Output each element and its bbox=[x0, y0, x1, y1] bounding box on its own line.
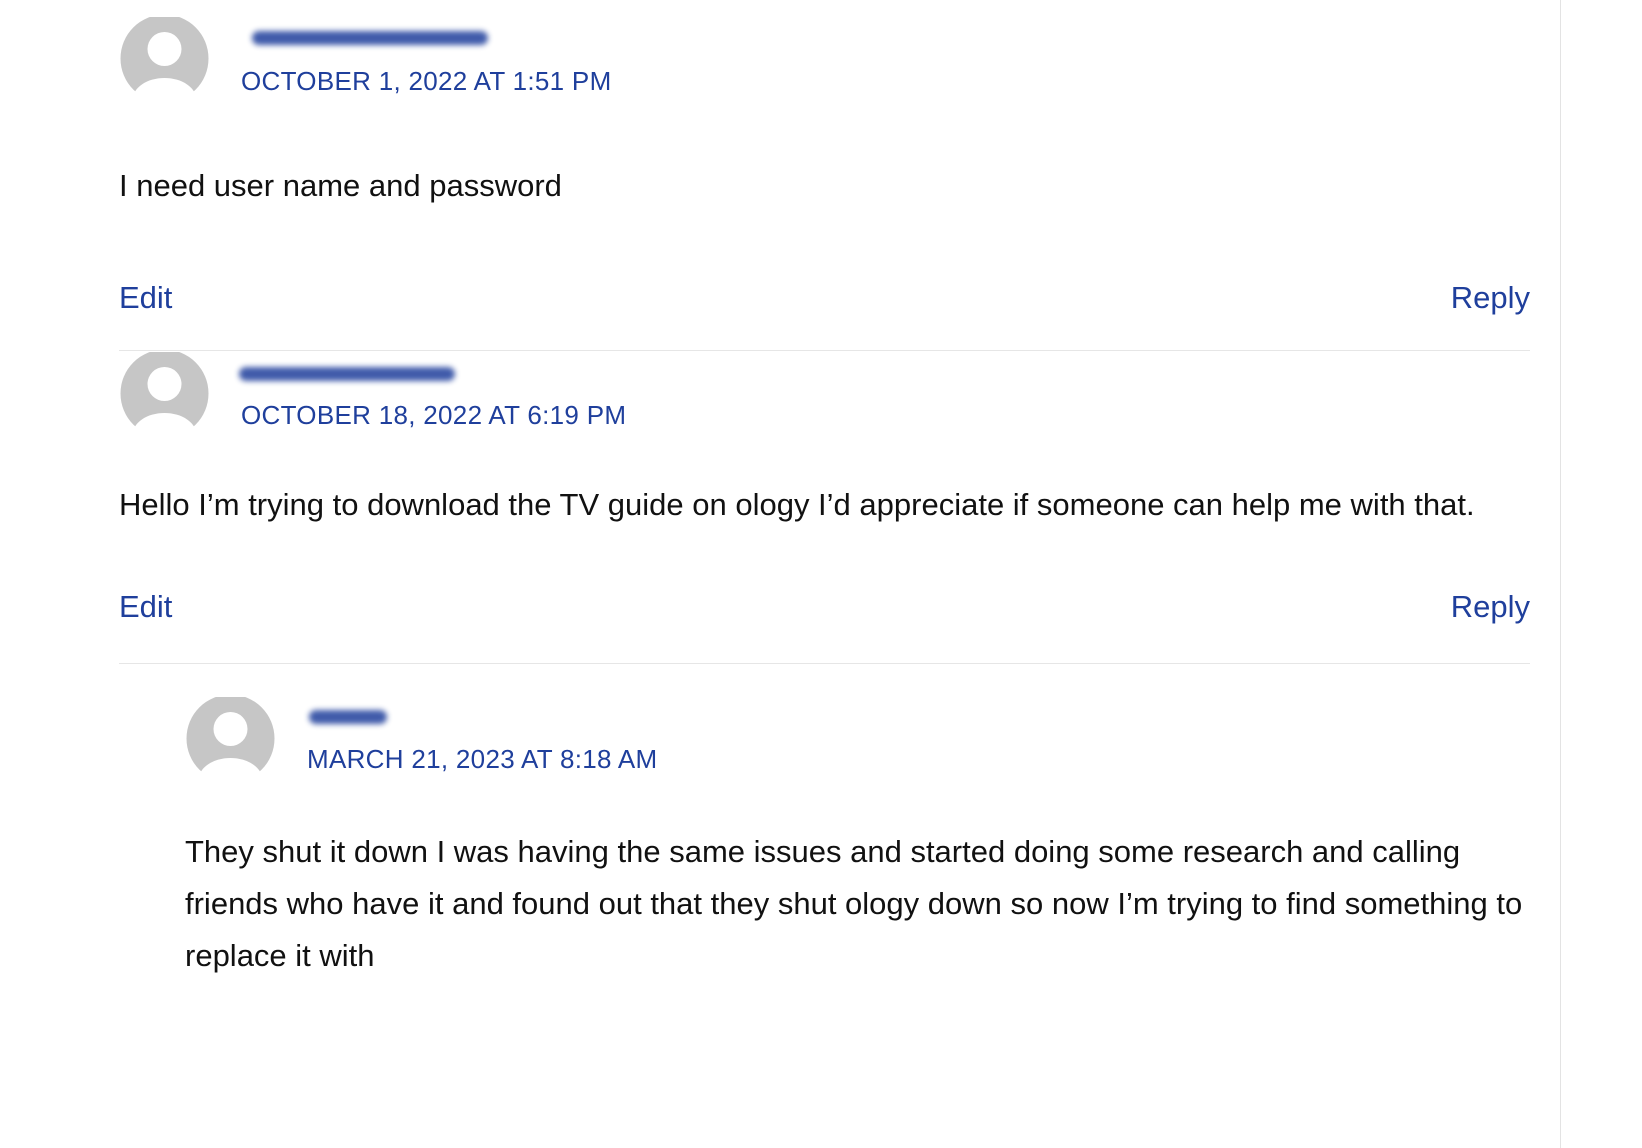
reply-link[interactable]: Reply bbox=[1451, 585, 1530, 629]
window-edge bbox=[1560, 0, 1642, 1148]
comment-actions: Edit Reply bbox=[119, 585, 1530, 629]
default-user-icon bbox=[186, 697, 275, 780]
reply-link[interactable]: Reply bbox=[1451, 276, 1530, 320]
comment-header: OCTOBER 1, 2022 AT 1:51 PM bbox=[119, 0, 1530, 108]
default-user-icon bbox=[120, 17, 209, 100]
comment-date-link[interactable]: MARCH 21, 2023 AT 8:18 AM bbox=[307, 744, 658, 775]
comment: OCTOBER 18, 2022 AT 6:19 PM Hello I’m tr… bbox=[119, 319, 1530, 664]
comment-header: MARCH 21, 2023 AT 8:18 AM bbox=[185, 664, 1530, 806]
comment-header: OCTOBER 18, 2022 AT 6:19 PM bbox=[119, 319, 1530, 459]
comment-date-link[interactable]: OCTOBER 18, 2022 AT 6:19 PM bbox=[241, 400, 626, 431]
comment-text: I need user name and password bbox=[119, 168, 562, 203]
comment-date-link[interactable]: OCTOBER 1, 2022 AT 1:51 PM bbox=[241, 66, 612, 97]
comments-page: { "theme": { "link_color": "#1f3f9c", "t… bbox=[0, 0, 1642, 1148]
comment-list: OCTOBER 1, 2022 AT 1:51 PM I need user n… bbox=[119, 0, 1530, 982]
edit-link[interactable]: Edit bbox=[119, 276, 172, 320]
comment-author[interactable] bbox=[252, 31, 488, 45]
default-user-icon bbox=[120, 352, 209, 435]
comment-text: They shut it down I was having the same … bbox=[185, 834, 1523, 973]
comment-actions: Edit Reply bbox=[119, 276, 1530, 320]
comment: OCTOBER 1, 2022 AT 1:51 PM I need user n… bbox=[119, 0, 1530, 351]
avatar bbox=[119, 352, 210, 435]
avatar bbox=[185, 697, 276, 780]
comment-text: Hello I’m trying to download the TV guid… bbox=[119, 487, 1475, 522]
reply-comment: MARCH 21, 2023 AT 8:18 AM They shut it d… bbox=[185, 664, 1530, 982]
edit-link[interactable]: Edit bbox=[119, 585, 172, 629]
comment-author[interactable] bbox=[309, 710, 387, 724]
avatar bbox=[119, 17, 210, 100]
comment-author[interactable] bbox=[239, 367, 455, 381]
